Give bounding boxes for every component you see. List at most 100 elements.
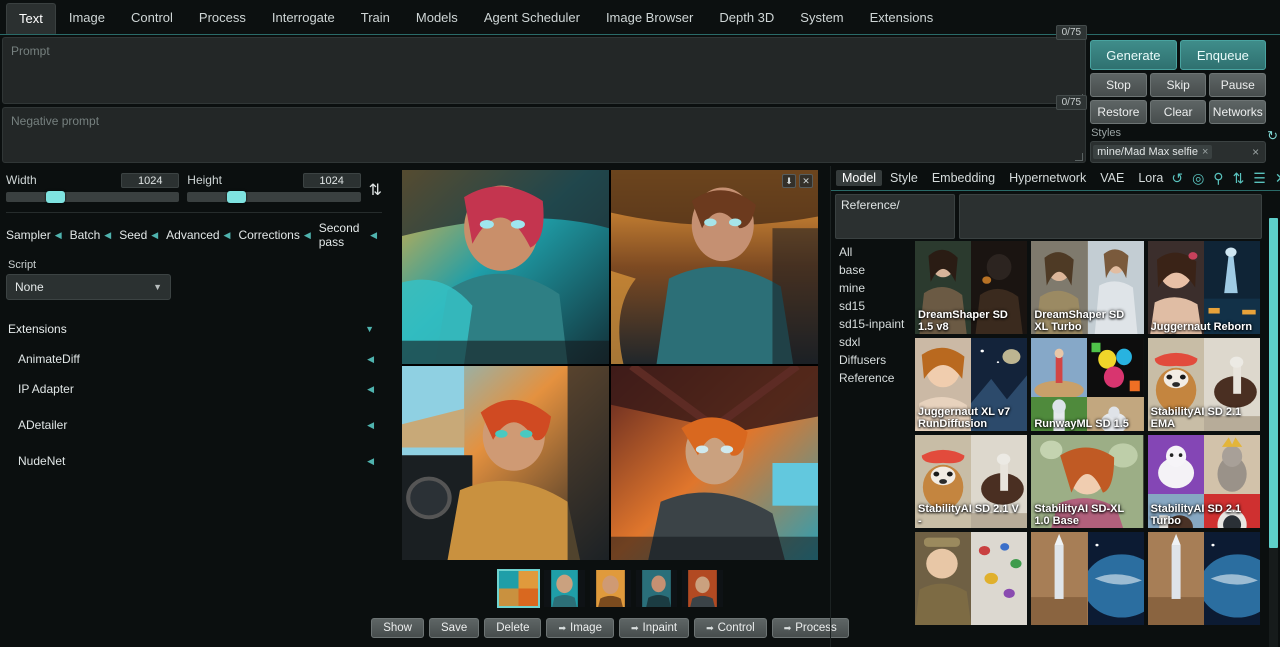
height-value[interactable]: 1024 (303, 173, 361, 188)
network-tab-style[interactable]: Style (884, 170, 924, 186)
network-description-field[interactable]: Reference/ (835, 194, 955, 239)
styles-refresh-icon[interactable]: ↻ (1267, 128, 1278, 144)
tab-text[interactable]: Text (6, 3, 56, 34)
height-slider-thumb[interactable] (227, 191, 246, 203)
close-icon[interactable]: ✕ (799, 174, 813, 188)
record-icon[interactable]: ◎ (1192, 171, 1204, 185)
tab-train[interactable]: Train (348, 0, 403, 34)
generated-image[interactable] (402, 366, 609, 560)
show-button[interactable]: Show (371, 618, 424, 638)
filter-mine[interactable]: mine (839, 279, 913, 297)
filter-all[interactable]: All (839, 243, 913, 261)
swap-dimensions-icon[interactable]: ⇅ (369, 180, 382, 202)
width-slider[interactable] (6, 192, 179, 202)
extensions-header[interactable]: Extensions ▼ (6, 322, 382, 336)
network-tab-lora[interactable]: Lora (1132, 170, 1169, 186)
extension-adetailer[interactable]: ADetailer ◀ (6, 418, 382, 432)
negative-prompt-resize-handle[interactable] (1075, 153, 1083, 161)
model-card[interactable]: RunwayML SD 1.5 (1031, 338, 1143, 431)
enqueue-button[interactable]: Enqueue (1180, 40, 1267, 70)
model-card[interactable]: StabilityAI SD 2.1 V - (915, 435, 1027, 528)
model-card[interactable]: StabilityAI SD-XL 1.0 Base (1031, 435, 1143, 528)
extension-ip-adapter[interactable]: IP Adapter ◀ (6, 382, 382, 396)
filter-reference[interactable]: Reference (839, 369, 913, 387)
filter-sd15[interactable]: sd15 (839, 297, 913, 315)
filter-sd15-inpaint[interactable]: sd15-inpaint (839, 315, 913, 333)
gallery-thumbnail[interactable] (681, 569, 724, 608)
height-slider[interactable] (187, 192, 360, 202)
accordion-seed[interactable]: Seed◀ (119, 228, 158, 242)
model-card[interactable]: Juggernaut Reborn (1148, 241, 1260, 334)
networks-scrollbar-thumb[interactable] (1269, 218, 1278, 548)
stop-button[interactable]: Stop (1090, 73, 1147, 97)
send-to-inpaint-button[interactable]: ➡Inpaint (619, 618, 689, 638)
script-select[interactable]: None ▼ (6, 274, 171, 300)
network-tab-embedding[interactable]: Embedding (926, 170, 1001, 186)
prompt-input[interactable]: Prompt 0/75 (2, 37, 1086, 104)
delete-button[interactable]: Delete (484, 618, 541, 638)
styles-clear-icon[interactable]: × (1248, 145, 1263, 159)
download-icon[interactable]: ⬇ (782, 174, 796, 188)
refresh-icon[interactable]: ↺ (1171, 171, 1183, 185)
save-button[interactable]: Save (429, 618, 479, 638)
generated-image[interactable] (611, 170, 818, 364)
model-card[interactable] (1148, 532, 1260, 625)
network-tab-model[interactable]: Model (836, 170, 882, 186)
model-card[interactable]: DreamShaper SD 1.5 v8 (915, 241, 1027, 334)
model-card[interactable] (1031, 532, 1143, 625)
send-to-image-button[interactable]: ➡Image (546, 618, 614, 638)
tab-process[interactable]: Process (186, 0, 259, 34)
model-card[interactable]: StabilityAI SD 2.1 EMA (1148, 338, 1260, 431)
filter-base[interactable]: base (839, 261, 913, 279)
negative-prompt-input[interactable]: Negative prompt 0/75 (2, 107, 1086, 163)
extension-nudenet[interactable]: NudeNet ◀ (6, 454, 382, 468)
generated-image[interactable] (611, 366, 818, 560)
gallery-thumbnail[interactable] (635, 569, 678, 608)
accordion-sampler[interactable]: Sampler◀ (6, 228, 62, 242)
search-icon[interactable]: ⚲ (1213, 171, 1223, 185)
pause-button[interactable]: Pause (1209, 73, 1266, 97)
extension-animatediff[interactable]: AnimateDiff ◀ (6, 352, 382, 366)
accordion-batch[interactable]: Batch◀ (70, 228, 112, 242)
sort-icon[interactable]: ⇅ (1233, 171, 1245, 185)
width-value[interactable]: 1024 (121, 173, 179, 188)
gallery-thumbnail[interactable] (543, 569, 586, 608)
skip-button[interactable]: Skip (1150, 73, 1207, 97)
network-tab-hypernetwork[interactable]: Hypernetwork (1003, 170, 1092, 186)
width-slider-thumb[interactable] (46, 191, 65, 203)
tab-extensions[interactable]: Extensions (857, 0, 947, 34)
model-card[interactable]: StabilityAI SD 2.1 Turbo (1148, 435, 1260, 528)
filter-sdxl[interactable]: sdxl (839, 333, 913, 351)
main-image-viewer[interactable]: ⬇ ✕ (402, 170, 818, 560)
gallery-thumbnail[interactable] (589, 569, 632, 608)
tab-models[interactable]: Models (403, 0, 471, 34)
generate-button[interactable]: Generate (1090, 40, 1177, 70)
networks-scrollbar[interactable] (1269, 218, 1278, 647)
close-icon[interactable]: ✕ (1275, 171, 1280, 185)
filter-diffusers[interactable]: Diffusers (839, 351, 913, 369)
menu-icon[interactable]: ☰ (1253, 171, 1266, 185)
send-to-control-button[interactable]: ➡Control (694, 618, 767, 638)
styles-input[interactable]: mine/Mad Max selfie × × (1090, 141, 1266, 163)
accordion-advanced[interactable]: Advanced◀ (166, 228, 230, 242)
restore-button[interactable]: Restore (1090, 100, 1147, 124)
gallery-thumbnail[interactable] (497, 569, 540, 608)
tab-control[interactable]: Control (118, 0, 186, 34)
clear-button[interactable]: Clear (1150, 100, 1207, 124)
accordion-corrections[interactable]: Corrections◀ (238, 228, 310, 242)
style-token[interactable]: mine/Mad Max selfie × (1093, 145, 1212, 159)
tab-system[interactable]: System (787, 0, 856, 34)
tab-depth-3d[interactable]: Depth 3D (706, 0, 787, 34)
generated-image[interactable] (402, 170, 609, 364)
network-tab-vae[interactable]: VAE (1094, 170, 1130, 186)
tab-interrogate[interactable]: Interrogate (259, 0, 348, 34)
style-token-remove-icon[interactable]: × (1202, 146, 1208, 158)
network-search-input[interactable] (959, 194, 1262, 239)
tab-image[interactable]: Image (56, 0, 118, 34)
model-card[interactable]: DreamShaper SD XL Turbo (1031, 241, 1143, 334)
tab-agent-scheduler[interactable]: Agent Scheduler (471, 0, 593, 34)
networks-button[interactable]: Networks (1209, 100, 1266, 124)
model-card[interactable] (915, 532, 1027, 625)
tab-image-browser[interactable]: Image Browser (593, 0, 706, 34)
model-card[interactable]: Juggernaut XL v7 RunDiffusion (915, 338, 1027, 431)
